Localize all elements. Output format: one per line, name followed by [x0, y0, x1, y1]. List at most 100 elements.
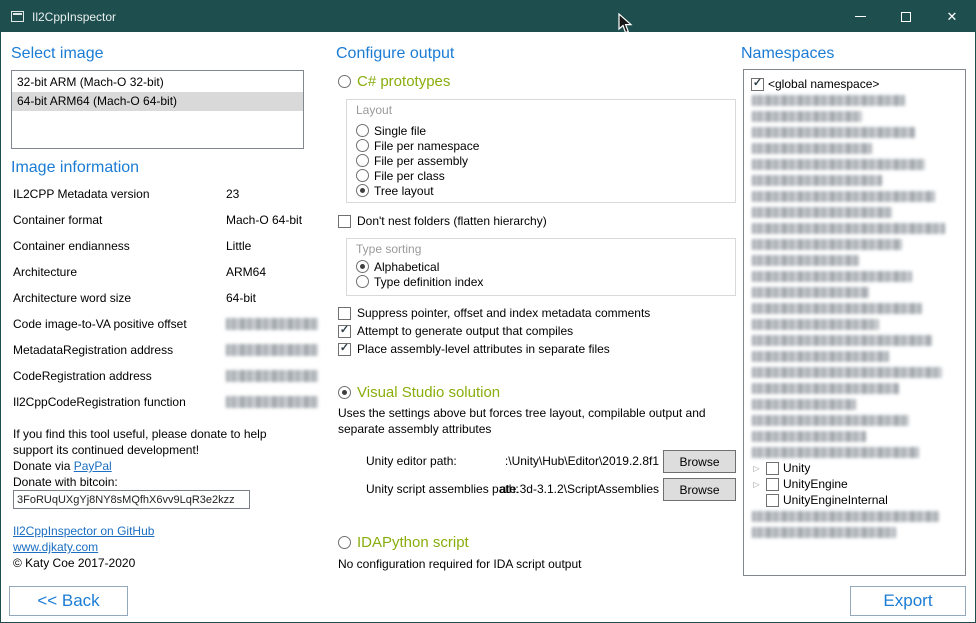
- donate-via-line: Donate via PayPal: [13, 459, 112, 473]
- redacted-namespace: [752, 159, 925, 170]
- idapython-script-label: IDAPython script: [357, 534, 469, 551]
- redacted-namespace: [752, 287, 869, 298]
- info-row: ArchitectureARM64: [13, 265, 309, 291]
- checkbox-label: Suppress pointer, offset and index metad…: [357, 306, 650, 320]
- redacted-namespace: [752, 223, 945, 234]
- suppress-comments-checkbox[interactable]: Suppress pointer, offset and index metad…: [338, 306, 650, 320]
- namespace-row-redacted: [749, 188, 961, 204]
- radio-label: Single file: [374, 124, 426, 138]
- redacted-namespace: [752, 511, 939, 522]
- close-button[interactable]: ✕: [929, 1, 975, 32]
- unity-editor-path-value: :\Unity\Hub\Editor\2019.2.8f1: [471, 454, 659, 468]
- namespace-row-redacted: [749, 332, 961, 348]
- unity-editor-browse-button[interactable]: Browse: [663, 450, 736, 473]
- info-value: [226, 317, 318, 333]
- radio-tree-layout[interactable]: Tree layout: [356, 183, 479, 198]
- radio-type-definition-index[interactable]: Type definition index: [356, 274, 483, 289]
- namespace-row-redacted: [749, 284, 961, 300]
- info-value: Little: [226, 239, 251, 253]
- image-option-selected[interactable]: 64-bit ARM64 (Mach-O 64-bit): [12, 92, 303, 111]
- redacted-namespace: [752, 383, 899, 394]
- info-row: Il2CppCodeRegistration function: [13, 395, 309, 421]
- redacted-namespace: [752, 351, 889, 362]
- close-icon: ✕: [947, 9, 958, 25]
- radio-file-per-class[interactable]: File per class: [356, 168, 479, 183]
- redacted-namespace: [752, 255, 859, 266]
- radio-label: File per assembly: [374, 154, 468, 168]
- github-link[interactable]: Il2CppInspector on GitHub: [13, 524, 154, 538]
- radio-file-per-namespace[interactable]: File per namespace: [356, 138, 479, 153]
- info-row: Container formatMach-O 64-bit: [13, 213, 309, 239]
- namespace-row-redacted: [749, 348, 961, 364]
- info-value: [226, 395, 318, 411]
- info-label: MetadataRegistration address: [13, 343, 226, 357]
- namespace-list[interactable]: <global namespace> ▷ Unity ▷ UnityEngineUnit…: [743, 69, 966, 576]
- redacted-namespace: [752, 143, 872, 154]
- namespace-checkbox-checked[interactable]: [751, 78, 764, 91]
- redacted-namespace: [752, 271, 912, 282]
- paypal-link[interactable]: PayPal: [74, 459, 112, 473]
- export-button[interactable]: Export: [850, 586, 966, 616]
- maximize-button[interactable]: [883, 1, 929, 32]
- namespace-label: Unity: [783, 461, 810, 475]
- checkbox-icon: [338, 307, 351, 320]
- namespace-checkbox[interactable]: [766, 462, 779, 475]
- image-option[interactable]: 32-bit ARM (Mach-O 32-bit): [12, 73, 303, 92]
- namespace-row-redacted: [749, 508, 961, 524]
- expander-icon[interactable]: ▷: [751, 464, 762, 473]
- attempt-compile-checkbox[interactable]: Attempt to generate output that compiles: [338, 324, 573, 338]
- info-label: Container format: [13, 213, 226, 227]
- radio-alphabetical[interactable]: Alphabetical: [356, 259, 483, 274]
- namespace-row[interactable]: UnityEngineInternal: [749, 492, 961, 508]
- redacted-namespace: [752, 367, 942, 378]
- namespace-row-redacted: [749, 140, 961, 156]
- info-label: CodeRegistration address: [13, 369, 226, 383]
- bitcoin-address-input[interactable]: [13, 490, 250, 509]
- radio-icon: [356, 275, 369, 288]
- image-listbox[interactable]: 32-bit ARM (Mach-O 32-bit) 64-bit ARM64 …: [11, 70, 304, 149]
- website-link[interactable]: www.djkaty.com: [13, 540, 98, 554]
- image-info-header: Image information: [11, 159, 139, 177]
- unity-editor-path-label: Unity editor path:: [366, 454, 457, 468]
- namespace-row[interactable]: <global namespace>: [749, 76, 961, 92]
- checkbox-label: Attempt to generate output that compiles: [357, 324, 573, 338]
- namespace-checkbox[interactable]: [766, 494, 779, 507]
- select-image-header: Select image: [11, 45, 104, 63]
- namespace-row-redacted: [749, 396, 961, 412]
- dont-nest-checkbox[interactable]: Don't nest folders (flatten hierarchy): [338, 214, 547, 228]
- copyright-text: © Katy Coe 2017-2020: [13, 556, 135, 570]
- title-bar: Il2CppInspector ✕: [1, 1, 975, 32]
- namespace-row[interactable]: ▷ UnityEngine: [749, 476, 961, 492]
- minimize-button[interactable]: [837, 1, 883, 32]
- namespace-row[interactable]: ▷ Unity: [749, 460, 961, 476]
- info-label: Architecture: [13, 265, 226, 279]
- csharp-prototypes-radio[interactable]: C# prototypes: [338, 73, 450, 90]
- app-window: Il2CppInspector ✕ Select image 32-bit AR…: [0, 0, 976, 623]
- redacted-namespace: [752, 431, 866, 442]
- unity-assemblies-browse-button[interactable]: Browse: [663, 478, 736, 501]
- namespace-label: UnityEngine: [783, 477, 848, 491]
- radio-icon-selected: [356, 260, 369, 273]
- visual-studio-solution-label: Visual Studio solution: [357, 384, 500, 401]
- idapython-script-radio[interactable]: IDAPython script: [338, 534, 469, 551]
- info-label: Il2CppCodeRegistration function: [13, 395, 226, 409]
- back-button[interactable]: << Back: [9, 586, 128, 616]
- radio-label: Tree layout: [374, 184, 434, 198]
- layout-options: Single file File per namespace File per …: [356, 123, 479, 198]
- namespace-checkbox[interactable]: [766, 478, 779, 491]
- radio-file-per-assembly[interactable]: File per assembly: [356, 153, 479, 168]
- expander-icon[interactable]: ▷: [751, 480, 762, 489]
- redacted-namespace: [752, 127, 915, 138]
- namespace-row-redacted: [749, 300, 961, 316]
- checkbox-icon: [338, 215, 351, 228]
- visual-studio-solution-radio[interactable]: Visual Studio solution: [338, 384, 500, 401]
- type-sorting-group-title: Type sorting: [356, 242, 421, 256]
- ida-description: No configuration required for IDA script…: [338, 557, 581, 571]
- radio-single-file[interactable]: Single file: [356, 123, 479, 138]
- redacted-value: [226, 318, 318, 330]
- redacted-namespace: [752, 447, 919, 458]
- radio-label: Alphabetical: [374, 260, 439, 274]
- namespace-row-redacted: [749, 380, 961, 396]
- info-value: [226, 369, 318, 385]
- separate-attributes-checkbox[interactable]: Place assembly-level attributes in separ…: [338, 342, 610, 356]
